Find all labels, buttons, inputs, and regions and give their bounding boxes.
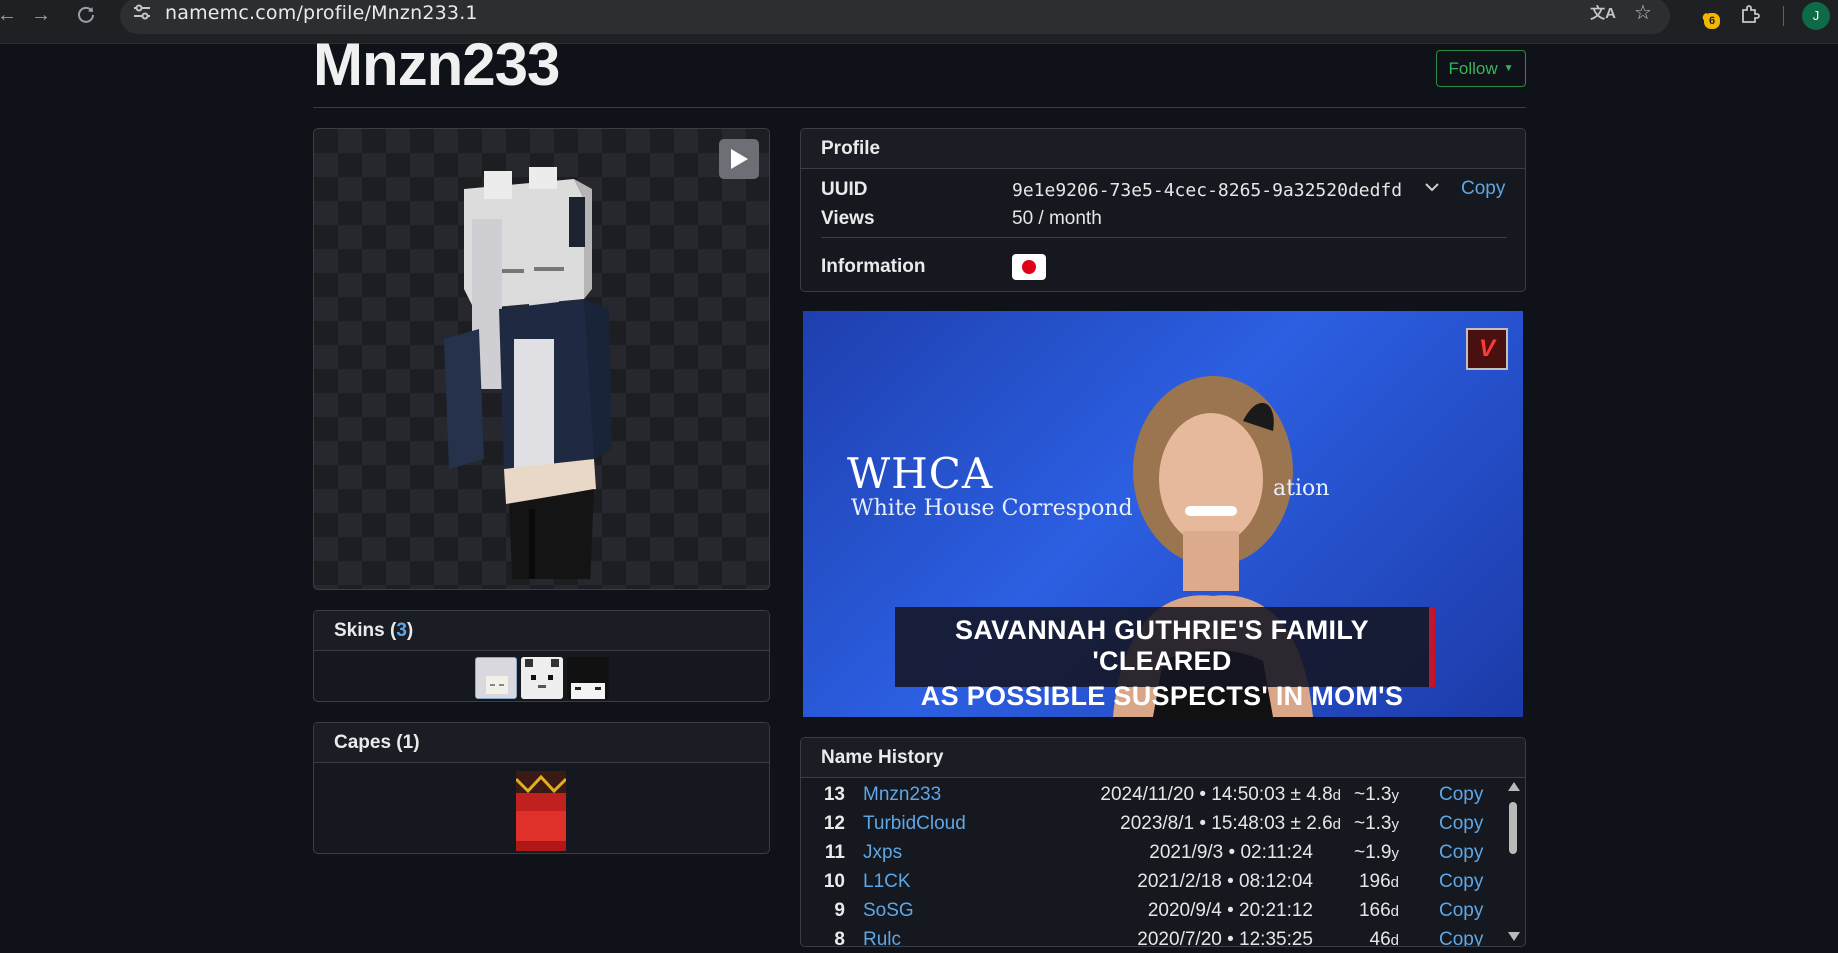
- history-number: 13: [823, 784, 845, 805]
- chevron-down-icon[interactable]: [1425, 179, 1439, 195]
- back-arrow-icon[interactable]: ←: [0, 0, 22, 30]
- skins-card: Skins (3): [313, 610, 770, 702]
- name-history-list[interactable]: 13 Mnzn233 2024/11/20 • 14:50:03 ± 4.8d …: [801, 778, 1501, 947]
- history-date: 2021/2/18 • 08:12:04: [1137, 871, 1313, 892]
- history-number: 9: [834, 900, 845, 921]
- star-icon[interactable]: ☆: [1630, 0, 1656, 26]
- table-row: 13 Mnzn233 2024/11/20 • 14:50:03 ± 4.8d …: [801, 784, 1501, 813]
- history-number: 12: [823, 813, 845, 834]
- address-bar[interactable]: namemc.com/profile/Mnzn233.1 文A ☆: [120, 0, 1670, 34]
- whca-backdrop-text: WHCA: [847, 449, 994, 498]
- history-name-link[interactable]: TurbidCloud: [863, 813, 966, 835]
- history-scrollbar[interactable]: [1505, 782, 1521, 942]
- follow-button[interactable]: Follow ▼: [1436, 50, 1526, 87]
- uuid-label: UUID: [821, 179, 868, 200]
- cape-thumbnail[interactable]: [516, 771, 566, 851]
- history-duration: 166d: [1358, 900, 1399, 921]
- history-duration: ~1.3y: [1353, 813, 1399, 834]
- history-date: 2020/7/20 • 12:35:25: [1137, 929, 1313, 947]
- skin-thumbnail[interactable]: [474, 657, 517, 699]
- information-label: Information: [821, 256, 926, 277]
- history-copy-link[interactable]: Copy: [1439, 929, 1483, 946]
- toolbar-divider: [1783, 6, 1784, 26]
- table-row: 11 Jxps 2021/9/3 • 02:11:24 ~1.9y Copy: [801, 842, 1501, 871]
- history-date: 2024/11/20 • 14:50:03 ± 4.8d: [1100, 784, 1341, 805]
- translate-icon[interactable]: 文A: [1590, 1, 1616, 27]
- follow-label: Follow: [1448, 58, 1498, 78]
- whca-backdrop-subtext-tail: ation: [1273, 476, 1330, 501]
- whca-backdrop-subtext: White House Correspond: [851, 496, 1133, 521]
- history-copy-link[interactable]: Copy: [1439, 784, 1483, 806]
- history-name-link[interactable]: Jxps: [863, 842, 902, 864]
- history-number: 11: [824, 842, 845, 863]
- skin-model: [444, 167, 612, 579]
- history-copy-link[interactable]: Copy: [1439, 842, 1483, 864]
- name-history-header: Name History: [801, 738, 1525, 778]
- skin-viewer[interactable]: [313, 128, 770, 590]
- history-number: 10: [823, 871, 845, 892]
- history-name-link[interactable]: Rulc: [863, 929, 901, 946]
- page-title: Mnzn233: [313, 31, 560, 98]
- play-button[interactable]: [719, 139, 759, 179]
- scroll-down-arrow-icon[interactable]: [1508, 932, 1520, 941]
- skin-thumbnail[interactable]: [520, 657, 563, 699]
- history-duration: 196d: [1358, 871, 1399, 892]
- history-copy-link[interactable]: Copy: [1439, 900, 1483, 922]
- history-duration: ~1.9y: [1353, 842, 1399, 863]
- history-name-link[interactable]: L1CK: [863, 871, 911, 893]
- table-row: 12 TurbidCloud 2023/8/1 • 15:48:03 ± 2.6…: [801, 813, 1501, 842]
- history-date: 2023/8/1 • 15:48:03 ± 2.6d: [1120, 813, 1341, 834]
- profile-card: Profile UUID 9e1e9206-73e5-4cec-8265-9a3…: [800, 128, 1526, 292]
- japan-flag-icon[interactable]: [1012, 254, 1046, 280]
- play-icon: [731, 149, 748, 169]
- capes-card: Capes (1): [313, 722, 770, 854]
- uuid-row: UUID 9e1e9206-73e5-4cec-8265-9a32520dedf…: [821, 179, 1402, 201]
- history-date: 2021/9/3 • 02:11:24: [1149, 842, 1313, 863]
- skin-thumbnails: [314, 657, 769, 699]
- scroll-up-arrow-icon[interactable]: [1508, 782, 1520, 791]
- caption-line-1: SAVANNAH GUTHRIE'S FAMILY 'CLEARED: [955, 615, 1369, 676]
- capes-header: Capes (1): [314, 723, 769, 763]
- uuid-copy-link[interactable]: Copy: [1461, 178, 1505, 200]
- advertisement-video[interactable]: WHCA White House Correspond ation V SAVA…: [803, 311, 1523, 717]
- site-settings-icon[interactable]: [132, 4, 152, 24]
- history-number: 8: [834, 929, 845, 947]
- video-caption: SAVANNAH GUTHRIE'S FAMILY 'CLEARED AS PO…: [895, 607, 1435, 717]
- information-row: Information: [821, 254, 1046, 280]
- puzzle-icon[interactable]: [1737, 4, 1763, 30]
- skins-label: Skins: [334, 619, 385, 641]
- name-history-card: Name History 13 Mnzn233 2024/11/20 • 14:…: [800, 737, 1526, 947]
- skins-count[interactable]: 3: [396, 620, 407, 642]
- browser-toolbar: ← → namemc.com/profile/Mnzn233.1 文A ☆ ◐ …: [0, 0, 1838, 44]
- history-copy-link[interactable]: Copy: [1439, 813, 1483, 835]
- profile-header: Profile: [801, 129, 1525, 169]
- uuid-value[interactable]: 9e1e9206-73e5-4cec-8265-9a32520dedfd: [1012, 180, 1402, 201]
- history-duration: 46d: [1369, 929, 1399, 947]
- forward-arrow-icon[interactable]: →: [26, 0, 56, 30]
- history-name-link[interactable]: SoSG: [863, 900, 914, 922]
- channel-logo-icon: V: [1466, 328, 1508, 370]
- skins-header: Skins (3): [314, 611, 769, 651]
- table-row: 9 SoSG 2020/9/4 • 20:21:12 166d Copy: [801, 900, 1501, 929]
- title-divider: [313, 107, 1526, 108]
- reload-icon[interactable]: [71, 0, 101, 30]
- profile-avatar[interactable]: J: [1802, 2, 1830, 30]
- history-duration: ~1.3y: [1353, 784, 1399, 805]
- history-copy-link[interactable]: Copy: [1439, 871, 1483, 893]
- scrollbar-thumb[interactable]: [1509, 802, 1517, 854]
- views-label: Views: [821, 208, 875, 229]
- profile-divider: [821, 237, 1507, 238]
- views-value: 50 / month: [1012, 208, 1102, 229]
- history-name-link[interactable]: Mnzn233: [863, 784, 941, 806]
- caption-line-2: AS POSSIBLE SUSPECTS' IN MOM'S DISAPPEAR…: [920, 681, 1404, 717]
- extension-badge: 6: [1704, 13, 1720, 29]
- url-text[interactable]: namemc.com/profile/Mnzn233.1: [165, 2, 478, 24]
- skin-thumbnail[interactable]: [566, 657, 609, 699]
- table-row: 8 Rulc 2020/7/20 • 12:35:25 46d Copy: [801, 929, 1501, 947]
- history-date: 2020/9/4 • 20:21:12: [1147, 900, 1313, 921]
- table-row: 10 L1CK 2021/2/18 • 08:12:04 196d Copy: [801, 871, 1501, 900]
- views-row: Views 50 / month: [821, 208, 1102, 230]
- chevron-down-icon: ▼: [1503, 63, 1514, 74]
